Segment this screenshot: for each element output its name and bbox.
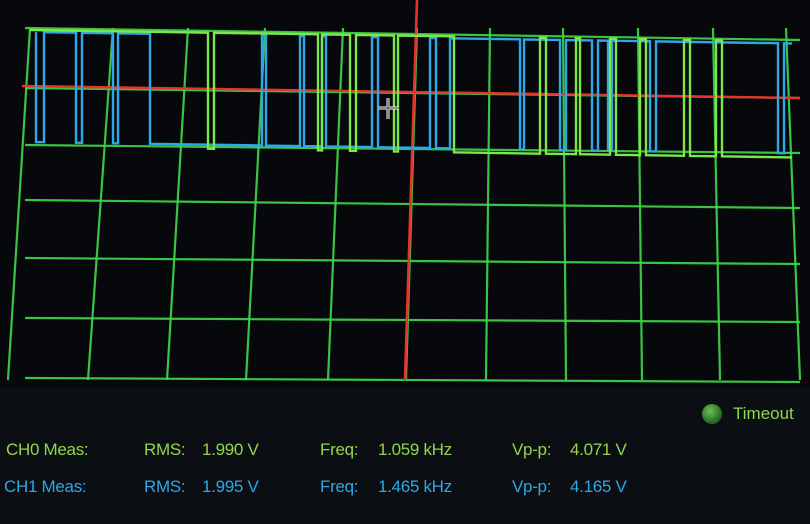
ch0-freq-label: Freq: xyxy=(320,440,359,459)
ch1-rms-label: RMS: xyxy=(144,477,186,496)
oscilloscope-display: Timeout CH0 Meas: RMS: 1.990 V Freq: 1.0… xyxy=(0,0,810,524)
ch0-freq-value: 1.059 kHz xyxy=(378,440,452,459)
ch0-channel-label: CH0 Meas: xyxy=(6,440,89,459)
timeout-label: Timeout xyxy=(733,404,794,423)
ch1-vpp-label: Vp-p: xyxy=(512,477,552,496)
ch1-vpp-value: 4.165 V xyxy=(570,477,627,496)
ch1-freq-label: Freq: xyxy=(320,477,359,496)
ch0-vpp-label: Vp-p: xyxy=(512,440,552,459)
ch0-rms-value: 1.990 V xyxy=(202,440,259,459)
ch0-vpp-value: 4.071 V xyxy=(570,440,627,459)
ch1-rms-value: 1.995 V xyxy=(202,477,259,496)
ch1-freq-value: 1.465 kHz xyxy=(378,477,452,496)
ch1-channel-label: CH1 Meas: xyxy=(4,477,87,496)
ch0-rms-label: RMS: xyxy=(144,440,186,459)
status-led-icon xyxy=(702,404,722,424)
